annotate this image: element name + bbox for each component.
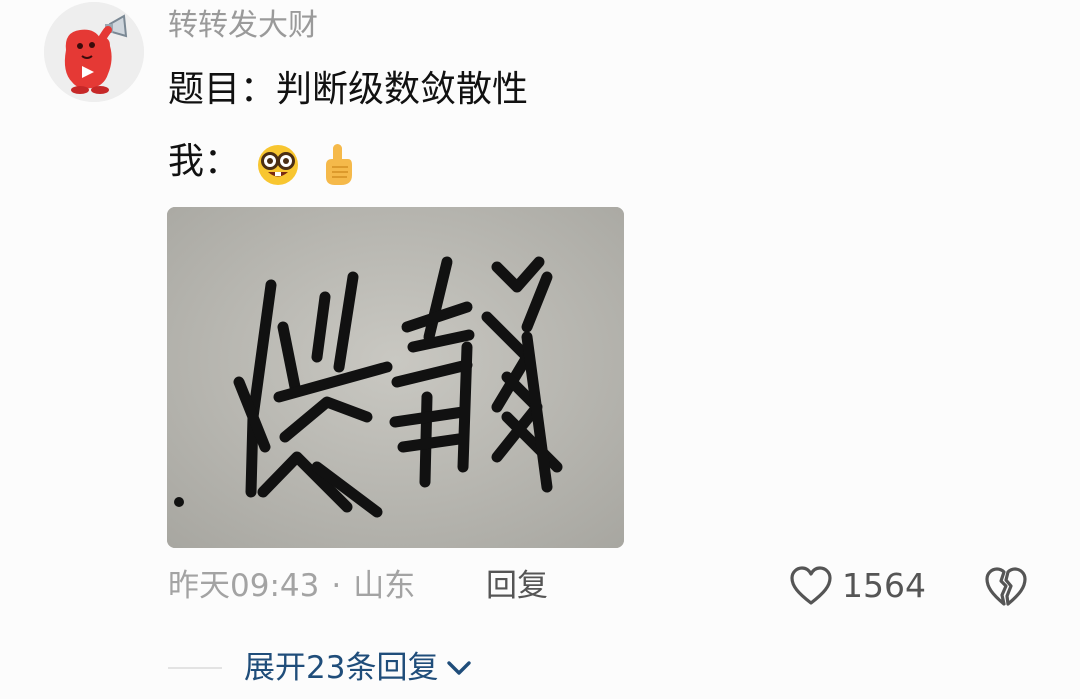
dislike-button[interactable] xyxy=(984,566,1028,608)
like-count: 1564 xyxy=(842,566,926,605)
location: 山东 xyxy=(353,568,416,604)
index-pointing-up-icon xyxy=(325,144,352,185)
timestamp: 昨天09:43 xyxy=(168,568,320,604)
username[interactable]: 转转发大财 xyxy=(168,6,318,46)
reply-button[interactable]: 回复 xyxy=(486,566,548,606)
answer-text: 我： xyxy=(168,141,241,182)
nerd-face-icon xyxy=(258,145,299,185)
meta-separator: · xyxy=(331,568,342,604)
comment-question-line: 题目：判断级数敛散性 xyxy=(168,69,529,110)
answer-emojis xyxy=(255,139,362,187)
like-button[interactable]: 1564 xyxy=(788,562,926,610)
expand-replies-button[interactable]: 展开23条回复 xyxy=(244,646,472,690)
broken-heart-icon xyxy=(985,567,1027,606)
chevron-down-icon xyxy=(447,661,472,675)
comment-meta: 昨天09:43 · 山东 xyxy=(168,566,415,606)
handwritten-characters-photo xyxy=(167,207,624,548)
comment-photo[interactable] xyxy=(167,207,624,548)
expand-replies-label: 展开23条回复 xyxy=(244,650,439,686)
comment-answer-line: 我： xyxy=(168,138,363,187)
avatar[interactable] xyxy=(44,2,144,102)
heart-outline-icon xyxy=(790,566,832,605)
expand-divider xyxy=(168,667,222,669)
